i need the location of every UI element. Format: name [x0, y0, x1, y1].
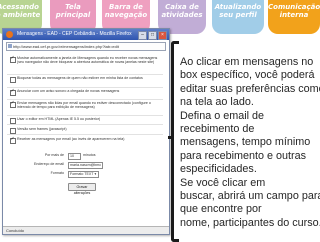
page-icon — [8, 44, 12, 48]
option-no-frames[interactable]: Versão sem frames (javascript) — [7, 127, 163, 134]
tab-comunicacao-interna[interactable]: Comunicação interna — [268, 0, 320, 34]
minimize-button[interactable]: – — [138, 31, 147, 40]
option-label: Versão sem frames (javascript) — [17, 127, 67, 131]
option-email-unread[interactable]: Enviar mensagens não lidas por email qua… — [7, 101, 163, 110]
minutes-label: Por mais de — [44, 153, 64, 157]
tab-atualizando-perfil[interactable]: Atualizando seu perfil — [212, 0, 264, 34]
description-line: Defina o email de — [180, 109, 265, 122]
description-text: Ao clicar em mensagens no box específico… — [180, 56, 320, 230]
minutes-input[interactable]: 10 — [68, 153, 81, 160]
description-line: mensagens, tempo mínimo — [180, 136, 311, 149]
option-label: Receber as mensagens por email (ao invés… — [17, 137, 125, 141]
firefox-icon — [6, 31, 13, 38]
email-label: Endereço de email — [34, 162, 64, 166]
description-line: nome, participantes do curso. — [180, 216, 320, 229]
format-select[interactable]: Formato TEXT ▾ — [68, 171, 99, 178]
option-checkbox[interactable] — [10, 76, 16, 83]
description-line: recebimento de — [180, 123, 255, 136]
option-sound-alert[interactable]: Anunciar com um aviso sonoro a chegada d… — [7, 89, 163, 96]
divider — [7, 115, 163, 116]
description-line: que encontre por — [180, 203, 262, 216]
option-label: Bloquear todas as mensagens de quem não … — [17, 76, 143, 80]
description-line: editar suas preferências como — [180, 82, 320, 95]
tab-label: Acessando o ambiente — [0, 3, 41, 19]
address-url: http://www.ead.cef.pr.gov.br/mensagens/i… — [13, 44, 119, 49]
option-html-editor[interactable]: Usar o editor em HTML (Apenas IE 5.5 ou … — [7, 117, 163, 124]
chevron-down-icon: ▾ — [94, 172, 97, 176]
option-receive-email[interactable]: Receber as mensagens por email (ao invés… — [7, 137, 163, 144]
description-line: Se você clicar em — [180, 176, 266, 189]
status-text: Concluído — [6, 228, 25, 233]
format-select-value: Formato TEXT — [70, 172, 94, 176]
tab-label: Comunicação interna — [268, 3, 320, 19]
window-title: Mensagens - EAD - CEP Cebândia - Mozilla… — [17, 31, 132, 37]
description-line: na tela ao lado. — [180, 96, 254, 109]
divider — [7, 99, 163, 100]
tab-label: Atualizando seu perfil — [214, 3, 262, 19]
option-label: Enviar mensagens não lidas por email qua… — [17, 101, 151, 110]
option-checkbox[interactable] — [10, 56, 16, 63]
divider — [7, 134, 163, 135]
maximize-button[interactable]: □ — [148, 31, 157, 40]
format-label: Formato — [50, 171, 64, 175]
option-checkbox[interactable] — [10, 89, 16, 96]
divider — [7, 124, 163, 125]
status-bar: Concluído — [3, 226, 169, 234]
description-line: buscar, abrirá um campo para — [180, 190, 320, 203]
window-controls: – □ × — [138, 31, 167, 40]
preferences-window: Mensagens - EAD - CEP Cebândia - Mozilla… — [2, 28, 170, 235]
option-checkbox[interactable] — [10, 127, 16, 134]
save-changes-button[interactable]: Gravar alterações — [68, 183, 96, 195]
tab-label: Tela principal — [55, 3, 91, 19]
description-line: para recebimento e outras — [180, 149, 307, 162]
minutes-suffix: minutos — [83, 153, 96, 157]
description-line: box específico, você poderá — [180, 69, 315, 82]
option-label: Anunciar com um aviso sonoro a chegada d… — [17, 89, 120, 93]
option-block-contacts[interactable]: Bloquear todas as mensagens de quem não … — [7, 76, 163, 83]
option-auto-open[interactable]: Mostrar automaticamente a janela de Mens… — [7, 56, 163, 65]
option-checkbox[interactable] — [10, 137, 16, 144]
divider — [7, 87, 163, 88]
option-label: Mostrar automaticamente a janela de Mens… — [17, 56, 158, 65]
description-line: Ao clicar em mensagens no — [180, 56, 314, 68]
address-bar[interactable]: http://www.ead.cef.pr.gov.br/mensagens/i… — [6, 42, 166, 51]
bracket-connector — [171, 41, 179, 242]
option-label: Usar o editor em HTML (Apenas IE 5.5 ou … — [17, 117, 101, 121]
divider — [7, 74, 163, 75]
option-checkbox[interactable] — [10, 117, 16, 124]
option-checkbox[interactable] — [10, 101, 16, 108]
tab-label: Caixa de atividades — [161, 3, 203, 19]
window-titlebar: Mensagens - EAD - CEP Cebândia - Mozilla… — [3, 29, 169, 40]
email-input[interactable]: maria.nascm@bmc — [68, 162, 103, 169]
description-line: especificidades. — [180, 163, 257, 176]
bracket-tip — [168, 136, 174, 139]
tab-label: Barra de navegação — [104, 3, 148, 19]
close-button[interactable]: × — [158, 31, 167, 40]
